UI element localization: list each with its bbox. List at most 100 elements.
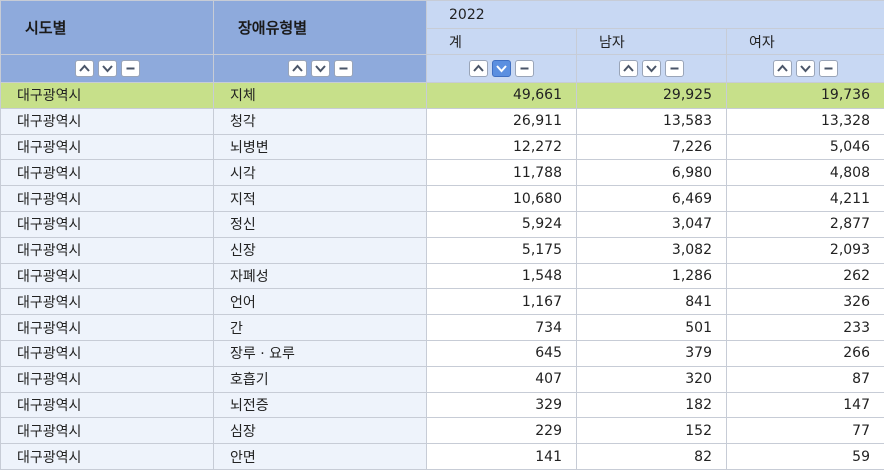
- controls-female: [726, 54, 884, 83]
- cell-region: 대구광역시: [0, 159, 214, 187]
- table-row[interactable]: 대구광역시 정신 5,924 3,047 2,877: [0, 210, 884, 238]
- cell-region: 대구광역시: [0, 82, 214, 109]
- cell-total: 5,924: [426, 210, 577, 238]
- cell-female: 2,877: [726, 210, 884, 238]
- cell-total: 1,167: [426, 288, 577, 316]
- sort-ascending-type-button[interactable]: [287, 60, 307, 77]
- cell-total: 5,175: [426, 236, 577, 264]
- cell-female: 233: [726, 314, 884, 341]
- cell-disability-type: 간: [213, 314, 427, 341]
- cell-region: 대구광역시: [0, 288, 214, 316]
- cell-disability-type: 신장: [213, 236, 427, 264]
- table-row[interactable]: 대구광역시 뇌전증 329 182 147: [0, 391, 884, 419]
- cell-region: 대구광역시: [0, 417, 214, 445]
- cell-total: 329: [426, 391, 577, 419]
- cell-total: 734: [426, 314, 577, 341]
- cell-disability-type: 안면: [213, 443, 427, 470]
- cell-disability-type: 청각: [213, 107, 427, 135]
- cell-total: 49,661: [426, 82, 577, 109]
- sort-descending-male-button[interactable]: [642, 60, 661, 77]
- table-row[interactable]: 대구광역시 간 734 501 233: [0, 314, 884, 341]
- cell-total: 407: [426, 365, 577, 393]
- cell-region: 대구광역시: [0, 262, 214, 290]
- cell-male: 152: [576, 417, 727, 445]
- cell-disability-type: 뇌전증: [213, 391, 427, 419]
- cell-male: 6,980: [576, 159, 727, 187]
- cell-female: 326: [726, 288, 884, 316]
- table-row[interactable]: 대구광역시 호흡기 407 320 87: [0, 365, 884, 393]
- cell-male: 501: [576, 314, 727, 341]
- table-row[interactable]: 대구광역시 안면 141 82 59: [0, 443, 884, 470]
- table-row[interactable]: 대구광역시 청각 26,911 13,583 13,328: [0, 107, 884, 135]
- cell-female: 59: [726, 443, 884, 470]
- cell-male: 379: [576, 339, 727, 367]
- cell-region: 대구광역시: [0, 210, 214, 238]
- header-region[interactable]: 시도별: [0, 0, 214, 55]
- cell-female: 266: [726, 339, 884, 367]
- sort-descending-female-button[interactable]: [796, 60, 815, 77]
- cell-total: 12,272: [426, 133, 577, 161]
- cell-female: 2,093: [726, 236, 884, 264]
- header-female[interactable]: 여자: [726, 28, 884, 55]
- cell-disability-type: 호흡기: [213, 365, 427, 393]
- cell-male: 1,286: [576, 262, 727, 290]
- cell-region: 대구광역시: [0, 107, 214, 135]
- table-row[interactable]: 대구광역시 시각 11,788 6,980 4,808: [0, 159, 884, 187]
- controls-region: [0, 54, 214, 83]
- cell-female: 147: [726, 391, 884, 419]
- cell-total: 10,680: [426, 185, 577, 212]
- sort-descending-type-button[interactable]: [310, 60, 330, 77]
- sort-ascending-region-button[interactable]: [74, 60, 94, 77]
- cell-disability-type: 지적: [213, 185, 427, 212]
- sort-ascending-male-button[interactable]: [619, 60, 638, 77]
- cell-disability-type: 언어: [213, 288, 427, 316]
- cell-total: 1,548: [426, 262, 577, 290]
- cell-female: 4,808: [726, 159, 884, 187]
- sort-ascending-total-button[interactable]: [469, 60, 488, 77]
- cell-female: 19,736: [726, 82, 884, 109]
- statistics-table: 시도별 장애유형별 2022 계 남자 여자 대구광역시 지체 49,661 29,9…: [0, 0, 884, 470]
- cell-region: 대구광역시: [0, 339, 214, 367]
- table-row[interactable]: 대구광역시 뇌병변 12,272 7,226 5,046: [0, 133, 884, 161]
- cell-male: 13,583: [576, 107, 727, 135]
- cell-male: 320: [576, 365, 727, 393]
- remove-sort-male-button[interactable]: [665, 60, 684, 77]
- cell-disability-type: 장루 · 요루: [213, 339, 427, 367]
- cell-male: 182: [576, 391, 727, 419]
- cell-male: 3,082: [576, 236, 727, 264]
- sort-ascending-female-button[interactable]: [773, 60, 792, 77]
- cell-total: 141: [426, 443, 577, 470]
- header-male[interactable]: 남자: [576, 28, 727, 55]
- cell-disability-type: 심장: [213, 417, 427, 445]
- cell-male: 841: [576, 288, 727, 316]
- cell-disability-type: 정신: [213, 210, 427, 238]
- cell-male: 6,469: [576, 185, 727, 212]
- cell-total: 229: [426, 417, 577, 445]
- table-row[interactable]: 대구광역시 지적 10,680 6,469 4,211: [0, 185, 884, 212]
- remove-sort-type-button[interactable]: [333, 60, 353, 77]
- controls-male: [576, 54, 727, 83]
- table-row[interactable]: 대구광역시 지체 49,661 29,925 19,736: [0, 82, 884, 109]
- cell-male: 29,925: [576, 82, 727, 109]
- cell-disability-type: 자폐성: [213, 262, 427, 290]
- cell-male: 3,047: [576, 210, 727, 238]
- cell-region: 대구광역시: [0, 443, 214, 470]
- header-total[interactable]: 계: [426, 28, 577, 55]
- header-disability-type[interactable]: 장애유형별: [213, 0, 427, 55]
- remove-sort-female-button[interactable]: [819, 60, 838, 77]
- cell-female: 262: [726, 262, 884, 290]
- table-row[interactable]: 대구광역시 심장 229 152 77: [0, 417, 884, 445]
- cell-region: 대구광역시: [0, 133, 214, 161]
- table-row[interactable]: 대구광역시 신장 5,175 3,082 2,093: [0, 236, 884, 264]
- sort-descending-region-button[interactable]: [97, 60, 117, 77]
- cell-male: 7,226: [576, 133, 727, 161]
- sort-descending-total-button[interactable]: [492, 60, 511, 77]
- remove-sort-total-button[interactable]: [515, 60, 534, 77]
- cell-male: 82: [576, 443, 727, 470]
- table-row[interactable]: 대구광역시 언어 1,167 841 326: [0, 288, 884, 316]
- cell-female: 77: [726, 417, 884, 445]
- remove-sort-region-button[interactable]: [120, 60, 140, 77]
- cell-total: 26,911: [426, 107, 577, 135]
- table-row[interactable]: 대구광역시 자폐성 1,548 1,286 262: [0, 262, 884, 290]
- table-row[interactable]: 대구광역시 장루 · 요루 645 379 266: [0, 339, 884, 367]
